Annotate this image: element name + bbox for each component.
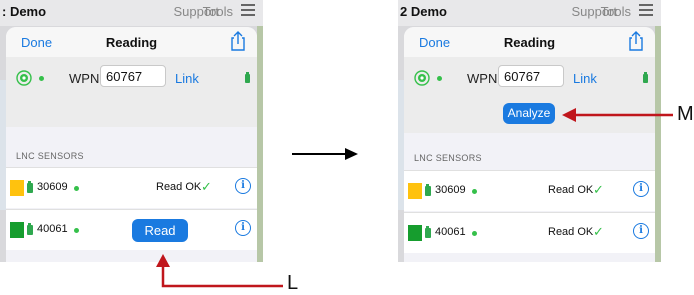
transition-arrow <box>292 148 358 160</box>
annotation-overlay <box>156 108 673 288</box>
annotation-label-right: M <box>677 103 694 125</box>
annotation-label-left: L <box>287 272 299 294</box>
pointer-arrow-analyze <box>562 108 673 122</box>
pointer-arrow-read <box>156 254 283 288</box>
